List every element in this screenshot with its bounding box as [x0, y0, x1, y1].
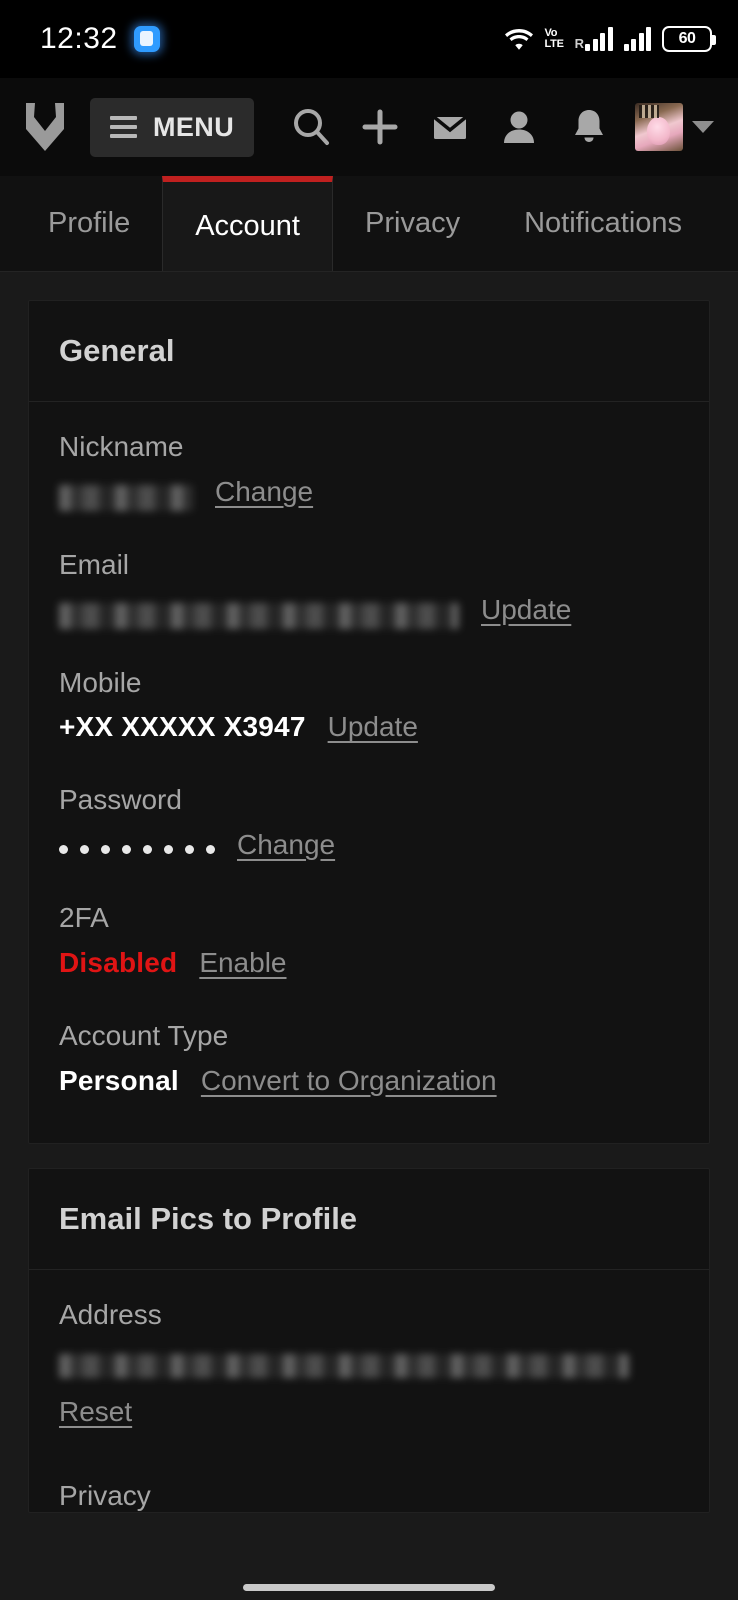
nickname-field: Nickname Change — [59, 428, 679, 520]
email-update-link[interactable]: Update — [481, 594, 571, 626]
nickname-row: Change — [59, 476, 679, 520]
tab-profile[interactable]: Profile — [0, 176, 162, 271]
roaming-indicator: R — [574, 36, 584, 51]
wifi-icon — [504, 26, 534, 52]
account-type-value: Personal — [59, 1064, 179, 1096]
person-icon[interactable] — [496, 104, 542, 150]
mail-icon[interactable] — [427, 104, 473, 150]
general-card: General Nickname Change Email Update Mob… — [28, 300, 710, 1144]
volte-indicator: Vo LTE — [544, 27, 564, 50]
nickname-value-redacted — [59, 484, 193, 511]
deviantart-logo[interactable] — [22, 101, 68, 153]
tab-privacy[interactable]: Privacy — [333, 176, 492, 271]
account-menu[interactable] — [634, 103, 714, 151]
convert-to-organization-link[interactable]: Convert to Organization — [201, 1065, 497, 1097]
tab-notifications[interactable]: Notifications — [492, 176, 714, 271]
navigation-gesture-bar[interactable] — [0, 1574, 738, 1600]
password-masked-value — [59, 833, 215, 867]
general-card-header: General — [29, 301, 709, 402]
home-indicator[interactable] — [243, 1583, 495, 1591]
address-reset-link[interactable]: Reset — [59, 1396, 132, 1428]
password-field: Password Change — [59, 781, 679, 873]
email-field: Email Update — [59, 546, 679, 638]
nickname-change-link[interactable]: Change — [215, 476, 313, 508]
two-factor-enable-link[interactable]: Enable — [199, 947, 286, 979]
plus-icon[interactable] — [357, 104, 403, 150]
general-title: General — [59, 333, 175, 368]
sim1-signal: R — [575, 27, 613, 51]
phone-screen: 12:32 Vo LTE R 60 MENU Profile Account P… — [0, 0, 738, 1600]
tab-account[interactable]: Account — [162, 176, 333, 271]
mobile-field: Mobile +XX XXXXX X3947 Update — [59, 664, 679, 756]
settings-content: General Nickname Change Email Update Mob… — [0, 272, 738, 1600]
address-field: Address Reset — [59, 1296, 679, 1440]
two-factor-label: 2FA — [59, 902, 109, 934]
address-reset-row: Reset — [59, 1396, 679, 1440]
email-pics-card-header: Email Pics to Profile — [29, 1169, 709, 1270]
toolbar-icons — [254, 103, 720, 151]
bell-icon[interactable] — [566, 104, 612, 150]
menu-button[interactable]: MENU — [90, 97, 255, 157]
nickname-label: Nickname — [59, 431, 184, 462]
address-row — [59, 1344, 679, 1388]
two-factor-field: 2FA Disabled Enable — [59, 899, 679, 991]
settings-tabs[interactable]: Profile Account Privacy Notifications Ac… — [0, 176, 738, 272]
account-type-row: Personal Convert to Organization — [59, 1065, 679, 1109]
two-factor-row: Disabled Enable — [59, 947, 679, 991]
tab-activity[interactable]: Activi — [714, 176, 738, 271]
menu-button-label: MENU — [153, 111, 235, 142]
address-value-redacted — [59, 1353, 629, 1378]
general-card-body: Nickname Change Email Update Mobile +XX … — [29, 402, 709, 1143]
signal-bars-icon — [585, 27, 613, 51]
mobile-update-link[interactable]: Update — [328, 711, 418, 743]
privacy-subsection-label: Privacy — [59, 1479, 151, 1511]
status-bar: 12:32 Vo LTE R 60 — [0, 0, 738, 78]
email-value-redacted — [59, 602, 459, 629]
email-pics-title: Email Pics to Profile — [59, 1200, 358, 1236]
search-icon[interactable] — [288, 104, 334, 150]
mobile-label: Mobile — [59, 666, 142, 698]
app-toolbar: MENU — [0, 78, 738, 176]
status-bar-right: Vo LTE R 60 — [504, 26, 716, 52]
address-label: Address — [59, 1298, 162, 1330]
email-row: Update — [59, 594, 679, 638]
mobile-value: +XX XXXXX X3947 — [59, 711, 306, 743]
mobile-row: +XX XXXXX X3947 Update — [59, 711, 679, 755]
status-clock: 12:32 — [40, 22, 118, 55]
chevron-down-icon[interactable] — [691, 121, 714, 133]
email-pics-card-body: Address Reset — [29, 1270, 709, 1466]
two-factor-status-badge: Disabled — [59, 946, 178, 978]
hamburger-icon — [110, 116, 137, 138]
battery-indicator: 60 — [662, 26, 716, 52]
password-change-link[interactable]: Change — [237, 829, 335, 861]
status-bar-left: 12:32 — [40, 22, 160, 56]
password-row: Change — [59, 829, 679, 873]
email-label: Email — [59, 548, 130, 580]
messaging-app-icon — [133, 26, 160, 52]
password-label: Password — [59, 784, 182, 816]
email-pics-card: Email Pics to Profile Address Reset Priv… — [28, 1167, 710, 1513]
battery-level-text: 60 — [678, 30, 696, 47]
avatar[interactable] — [634, 103, 683, 151]
account-type-label: Account Type — [59, 1019, 229, 1051]
account-type-field: Account Type Personal Convert to Organiz… — [59, 1017, 679, 1109]
sim2-signal-bars-icon — [623, 27, 651, 51]
